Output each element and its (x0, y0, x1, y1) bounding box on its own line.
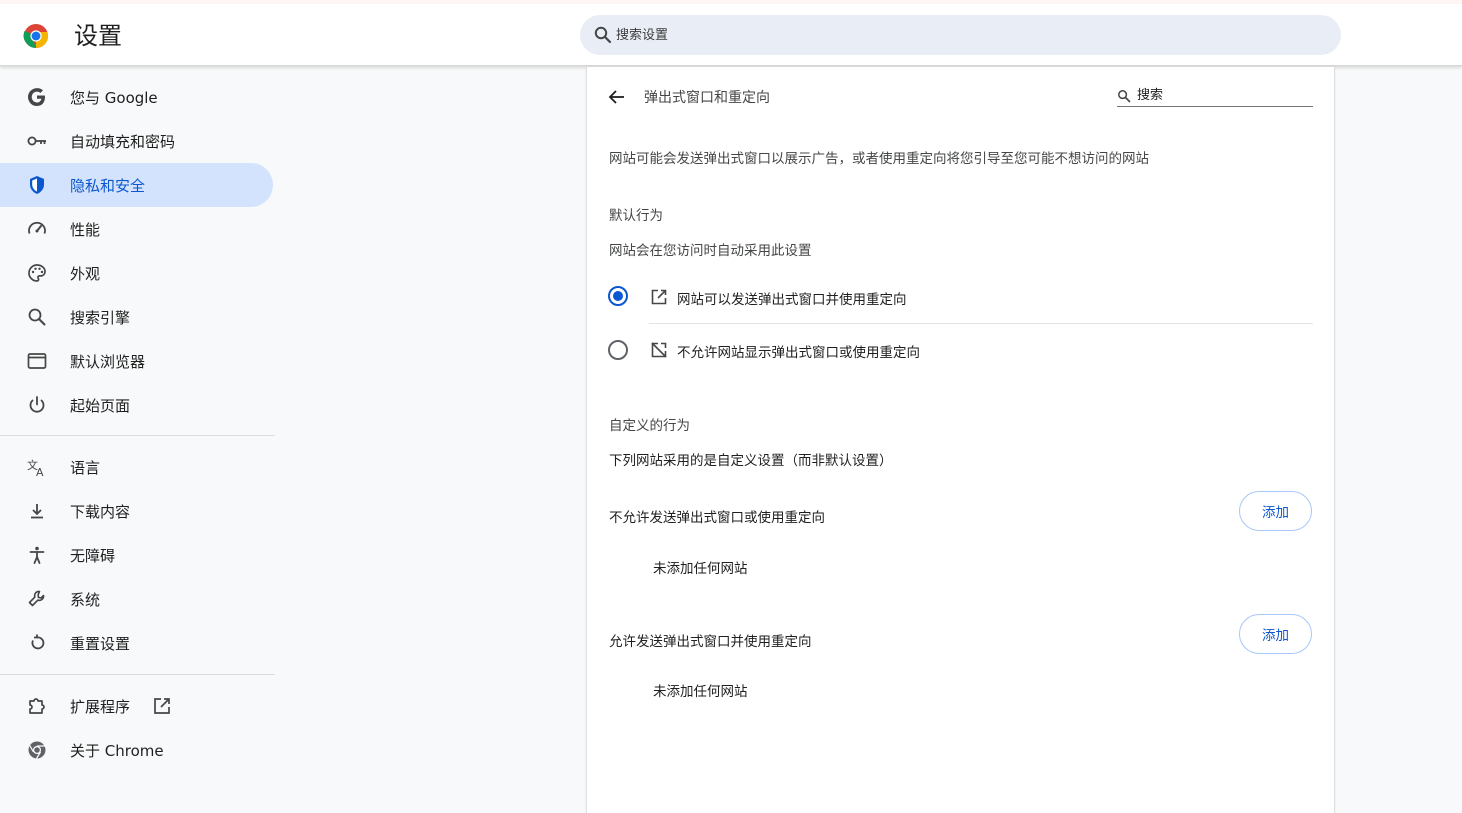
open-in-new-icon (154, 698, 170, 714)
wrench-icon (28, 590, 45, 607)
translate-icon: 文 A (27, 458, 44, 478)
sidebar-item-label: 语言 (70, 458, 101, 477)
sidebar-item-label: 起始页面 (70, 396, 131, 415)
page-title: 弹出式窗口和重定向 (644, 90, 770, 106)
search-icon (28, 308, 46, 326)
custom-behavior-subtitle: 下列网站采用的是自定义设置（而非默认设置） (609, 453, 893, 469)
palette-icon (28, 264, 46, 282)
popup-blocked-icon (651, 342, 667, 358)
sidebar-item-label: 扩展程序 (70, 697, 131, 716)
sidebar-divider (0, 435, 275, 436)
puzzle-icon (29, 698, 45, 714)
option-separator (649, 323, 1313, 324)
sidebar-item-you-and-google[interactable]: 您与 Google (0, 75, 273, 119)
chrome-logo-icon (23, 24, 49, 49)
sidebar-item-startup[interactable]: 起始页面 (0, 383, 273, 427)
sidebar-item-label: 隐私和安全 (70, 176, 146, 195)
power-icon (29, 396, 45, 413)
svg-text:A: A (36, 466, 44, 478)
google-g-icon (28, 88, 45, 106)
speedometer-icon (28, 221, 46, 234)
sidebar-item-label: 您与 Google (70, 88, 158, 107)
sidebar-item-label: 重置设置 (70, 634, 131, 653)
sidebar-item-label: 无障碍 (70, 546, 116, 565)
page-search[interactable] (1117, 85, 1313, 107)
sidebar-item-search-engine[interactable]: 搜索引擎 (0, 295, 273, 339)
custom-behavior-heading: 自定义的行为 (609, 418, 690, 434)
app-title: 设置 (74, 22, 122, 50)
sidebar-item-performance[interactable]: 性能 (0, 207, 273, 251)
sidebar-item-about-chrome[interactable]: 关于 Chrome (0, 728, 273, 772)
radio-block-popups[interactable] (608, 340, 628, 360)
sidebar-item-appearance[interactable]: 外观 (0, 251, 273, 295)
sidebar-item-downloads[interactable]: 下载内容 (0, 489, 273, 533)
sidebar-item-label: 下载内容 (70, 502, 131, 521)
popups-settings-page: 弹出式窗口和重定向 网站可能会发送弹出式窗口以展示广告，或者使用重定向将您引导至… (586, 67, 1335, 813)
browser-window-icon (27, 353, 47, 369)
sidebar-item-reset[interactable]: 重置设置 (0, 621, 273, 665)
blocked-sites-empty: 未添加任何网站 (653, 561, 748, 577)
search-icon (1118, 90, 1131, 103)
open-in-new-icon (651, 289, 667, 305)
allowed-sites-empty: 未添加任何网站 (653, 684, 748, 700)
radio-allow-popups[interactable] (608, 286, 628, 306)
back-arrow-icon[interactable] (605, 85, 629, 109)
blocked-sites-label: 不允许发送弹出式窗口或使用重定向 (609, 510, 825, 526)
sidebar-item-label: 关于 Chrome (70, 741, 164, 760)
sidebar-item-default-browser[interactable]: 默认浏览器 (0, 339, 273, 383)
key-icon (27, 136, 46, 146)
reset-icon (31, 634, 45, 650)
accessibility-icon (29, 546, 45, 564)
sidebar-item-autofill[interactable]: 自动填充和密码 (0, 119, 273, 163)
default-behavior-subtitle: 网站会在您访问时自动采用此设置 (609, 243, 812, 259)
page-description: 网站可能会发送弹出式窗口以展示广告，或者使用重定向将您引导至您可能不想访问的网站 (609, 151, 1149, 167)
sidebar-item-privacy-security[interactable]: 隐私和安全 (0, 163, 273, 207)
add-blocked-site-button[interactable]: 添加 (1239, 491, 1312, 531)
sidebar-item-label: 性能 (70, 220, 101, 239)
sidebar-item-label: 外观 (70, 264, 101, 283)
default-behavior-heading: 默认行为 (609, 208, 663, 224)
sidebar-item-accessibility[interactable]: 无障碍 (0, 533, 273, 577)
add-allowed-site-button[interactable]: 添加 (1239, 614, 1312, 654)
sidebar-divider (0, 674, 275, 675)
sidebar-item-label: 搜索引擎 (70, 308, 131, 327)
sidebar-item-label: 系统 (70, 590, 101, 609)
sidebar-item-label: 自动填充和密码 (70, 132, 176, 151)
allowed-sites-label: 允许发送弹出式窗口并使用重定向 (609, 634, 812, 650)
page-search-input[interactable] (1137, 85, 1312, 105)
settings-search-input[interactable] (616, 23, 1316, 47)
settings-search-bar[interactable] (580, 15, 1341, 55)
sidebar-item-label: 默认浏览器 (70, 352, 146, 371)
option-allow-popups-label[interactable]: 网站可以发送弹出式窗口并使用重定向 (677, 288, 907, 308)
sidebar-item-system[interactable]: 系统 (0, 577, 273, 621)
option-block-popups-label[interactable]: 不允许网站显示弹出式窗口或使用重定向 (677, 341, 920, 361)
app-header: 设置 (0, 4, 1462, 66)
download-icon (31, 504, 43, 519)
sidebar-item-languages[interactable]: 文 A 语言 (0, 445, 273, 489)
chrome-icon (28, 741, 46, 759)
sidebar-item-extensions[interactable]: 扩展程序 (0, 684, 273, 728)
search-icon (594, 26, 612, 44)
shield-icon (30, 176, 44, 194)
